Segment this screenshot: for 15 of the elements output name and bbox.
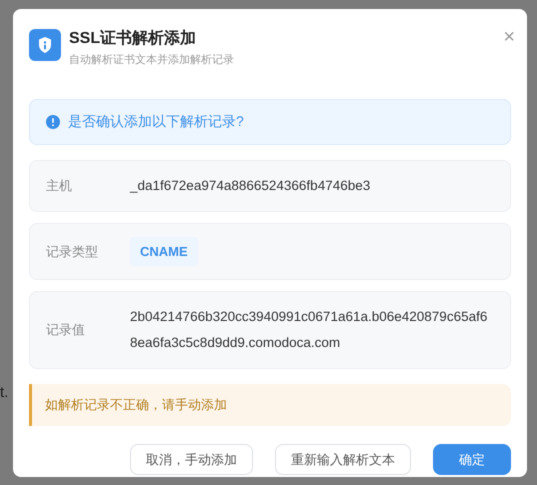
info-icon xyxy=(46,114,60,128)
background-text: t. xyxy=(0,383,8,403)
action-button[interactable]: 取消，手动添加 xyxy=(130,444,253,475)
field-value: _da1f672ea974a8866524366fb4746be3 xyxy=(130,176,372,195)
dialog-subtitle: 自动解析证书文本并添加解析记录 xyxy=(69,52,234,68)
field-label: 记录值 xyxy=(46,321,86,340)
field-label: 主机 xyxy=(46,176,73,195)
warning-text: 如解析记录不正确，请手动添加 xyxy=(45,396,227,414)
confirm-prompt: 是否确认添加以下解析记录? xyxy=(68,112,244,131)
dialog-title: SSL证书解析添加 xyxy=(69,29,198,49)
action-button[interactable]: 重新输入解析文本 xyxy=(275,444,411,475)
field-value: 2b04214766b320cc3940991c0671a61a.b06e420879c65af68ea6fa3c5c8d9dd9.comodoca.com xyxy=(130,308,488,352)
shield-icon xyxy=(29,29,61,61)
record-type-tag: CNAME xyxy=(130,236,198,266)
field-label: 记录类型 xyxy=(46,242,99,260)
